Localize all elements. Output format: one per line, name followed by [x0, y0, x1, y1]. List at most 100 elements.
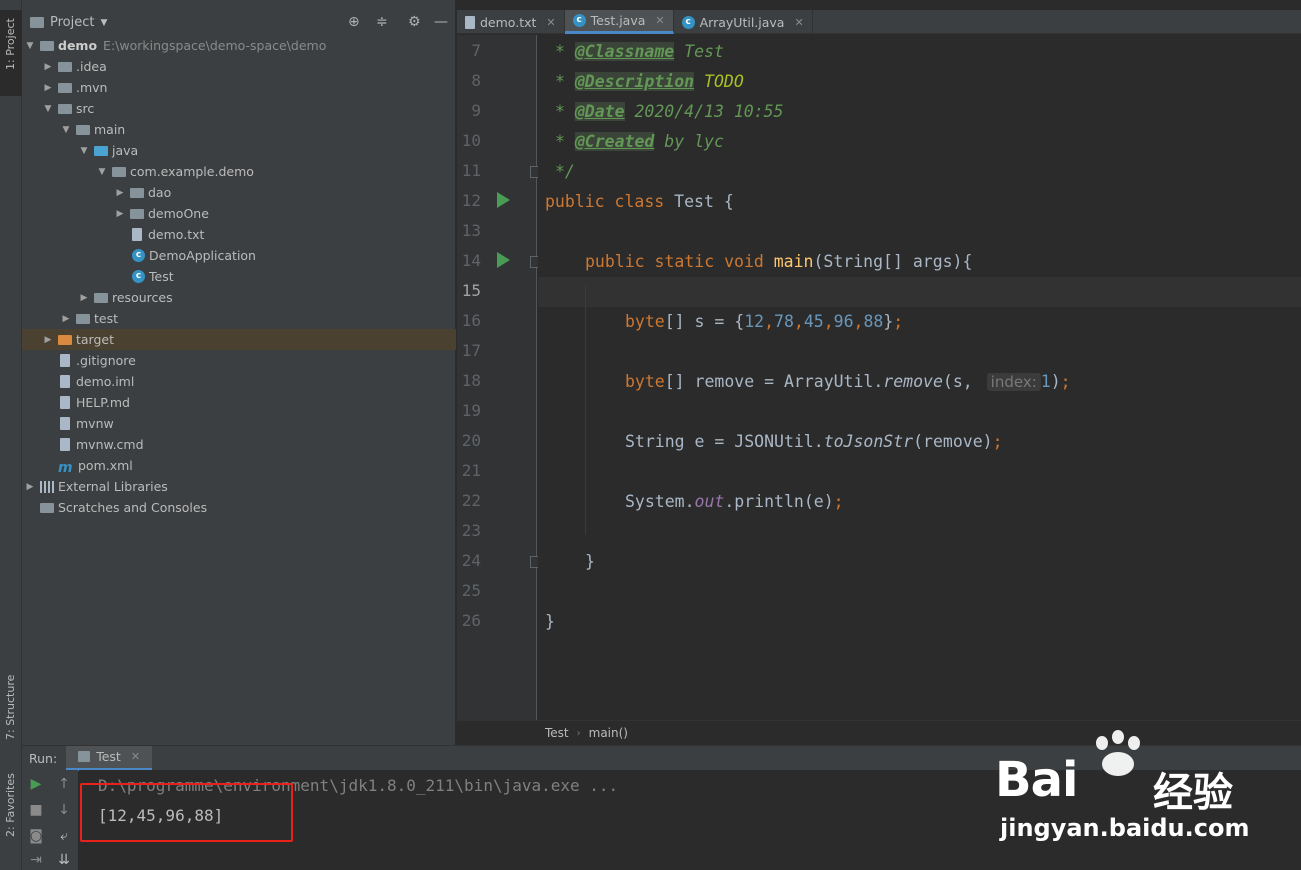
- tree-item-label: DemoApplication: [149, 248, 256, 263]
- soft-wrap-icon[interactable]: ⤶: [54, 828, 74, 844]
- tree-item-label: demo.txt: [148, 227, 205, 242]
- tree-item-label: com.example.demo: [130, 164, 254, 179]
- run-class-icon[interactable]: [497, 192, 510, 208]
- close-icon[interactable]: ✕: [131, 750, 140, 763]
- close-icon[interactable]: ✕: [546, 16, 555, 29]
- watermark-brand-right: 经验: [1153, 770, 1233, 816]
- code-editor[interactable]: * @Classname Test * @Description TODO * …: [538, 35, 1301, 720]
- tree-item-demo-iml[interactable]: demo.iml: [22, 371, 456, 392]
- camera-icon[interactable]: ◙: [26, 828, 46, 844]
- gear-icon[interactable]: ⚙: [408, 14, 421, 30]
- collapsed-arrow-icon[interactable]: ▶: [42, 83, 54, 93]
- project-view-selector[interactable]: Project: [50, 15, 94, 30]
- run-tab-test[interactable]: Test ✕: [66, 745, 153, 771]
- restore-layout-icon[interactable]: ⇥: [26, 852, 46, 868]
- tree-item-test-folder[interactable]: ▶ test: [22, 308, 456, 329]
- code-line-9: * @Date 2020/4/13 10:55: [555, 102, 784, 121]
- console-icon: [78, 751, 91, 762]
- expanded-arrow-icon[interactable]: ▼: [60, 125, 72, 135]
- markdown-file-icon: [60, 396, 70, 409]
- maven-icon: m: [58, 459, 73, 476]
- tree-item-demoone[interactable]: ▶ demoOne: [22, 203, 456, 224]
- collapsed-arrow-icon[interactable]: ▶: [42, 62, 54, 72]
- structure-tool-tab[interactable]: 7: Structure: [0, 675, 22, 744]
- tree-item-main[interactable]: ▼ main: [22, 119, 456, 140]
- tree-item-pom-xml[interactable]: m pom.xml: [22, 455, 456, 476]
- tree-item-java[interactable]: ▼ java: [22, 140, 456, 161]
- tab-label: Test.java: [590, 13, 646, 28]
- tree-item-mvnw-cmd[interactable]: mvnw.cmd: [22, 434, 456, 455]
- close-icon[interactable]: ✕: [794, 16, 803, 29]
- watermark-brand-left: Bai: [995, 752, 1078, 808]
- tree-item-help-md[interactable]: HELP.md: [22, 392, 456, 413]
- tree-item-target[interactable]: ▶ target: [22, 329, 456, 350]
- tree-item-label: mvnw: [76, 416, 114, 431]
- line-number: 24: [461, 551, 481, 570]
- expanded-arrow-icon[interactable]: ▼: [96, 167, 108, 177]
- project-tool-tab[interactable]: 1: Project: [0, 10, 22, 96]
- editor-gutter[interactable]: 7 8 9 10 11 12 13 14 15 16 17 18 19 20 2…: [457, 35, 542, 720]
- close-icon[interactable]: ✕: [655, 14, 664, 27]
- code-line-10: * @Created by lyc: [555, 132, 724, 151]
- code-line-26: }: [545, 612, 555, 631]
- file-icon: [60, 354, 70, 367]
- line-number-current: 15: [461, 281, 481, 300]
- chevron-down-icon[interactable]: ▼: [100, 18, 107, 28]
- tree-item-dao[interactable]: ▶ dao: [22, 182, 456, 203]
- package-icon: [130, 188, 144, 198]
- tree-item-demoapplication[interactable]: c DemoApplication: [22, 245, 456, 266]
- expanded-arrow-icon[interactable]: ▼: [78, 146, 90, 156]
- run-main-icon[interactable]: [497, 252, 510, 268]
- tree-item-external-libraries[interactable]: ▶ External Libraries: [22, 476, 456, 497]
- expanded-arrow-icon[interactable]: ▼: [42, 104, 54, 114]
- line-number: 12: [461, 191, 481, 210]
- folder-icon: [76, 314, 90, 324]
- paw-logo-icon: [1090, 730, 1146, 790]
- locate-icon[interactable]: ⊕: [348, 14, 360, 30]
- collapsed-arrow-icon[interactable]: ▶: [114, 188, 126, 198]
- tree-item-mvnw[interactable]: mvnw: [22, 413, 456, 434]
- collapsed-arrow-icon[interactable]: ▶: [114, 209, 126, 219]
- breadcrumb-item-class[interactable]: Test: [545, 726, 569, 740]
- line-number: 14: [461, 251, 481, 270]
- tab-demo-txt[interactable]: demo.txt ✕: [457, 10, 565, 34]
- collapsed-arrow-icon[interactable]: ▶: [24, 482, 36, 492]
- class-icon: c: [132, 249, 145, 262]
- tree-item-scratches[interactable]: Scratches and Consoles: [22, 497, 456, 518]
- line-number: 23: [461, 521, 481, 540]
- tree-item-gitignore[interactable]: .gitignore: [22, 350, 456, 371]
- rerun-icon[interactable]: ▶: [26, 776, 46, 792]
- tree-item-idea[interactable]: ▶ .idea: [22, 56, 456, 77]
- tree-item-package[interactable]: ▼ com.example.demo: [22, 161, 456, 182]
- collapse-all-icon[interactable]: ≑: [376, 14, 388, 30]
- tree-item-mvn[interactable]: ▶ .mvn: [22, 77, 456, 98]
- project-panel-header: Project ▼ ⊕ ≑ ⚙ —: [22, 0, 455, 34]
- editor-tab-bar: demo.txt ✕ c Test.java ✕ c ArrayUtil.jav…: [457, 10, 1301, 34]
- collapsed-arrow-icon[interactable]: ▶: [42, 335, 54, 345]
- tree-item-demo[interactable]: ▼ demo E:\workingspace\demo-space\demo: [22, 35, 456, 56]
- scroll-up-icon[interactable]: ↑: [54, 776, 74, 792]
- chevron-right-icon: ›: [576, 727, 581, 739]
- tree-item-label: External Libraries: [58, 479, 168, 494]
- line-number: 17: [461, 341, 481, 360]
- collapsed-arrow-icon[interactable]: ▶: [78, 293, 90, 303]
- code-line-11: */: [555, 162, 575, 181]
- scroll-to-end-icon[interactable]: ⇊: [54, 852, 74, 868]
- tree-item-label: pom.xml: [78, 458, 133, 473]
- tree-item-label: dao: [148, 185, 172, 200]
- tree-item-demo-txt[interactable]: demo.txt: [22, 224, 456, 245]
- tree-item-label: mvnw.cmd: [76, 437, 144, 452]
- collapsed-arrow-icon[interactable]: ▶: [60, 314, 72, 324]
- stop-icon[interactable]: ■: [26, 802, 46, 818]
- tab-test-java[interactable]: c Test.java ✕: [564, 10, 674, 34]
- tree-item-test-class[interactable]: c Test: [22, 266, 456, 287]
- expanded-arrow-icon[interactable]: ▼: [24, 41, 36, 51]
- tree-item-resources[interactable]: ▶ resources: [22, 287, 456, 308]
- line-number: 26: [461, 611, 481, 630]
- tree-item-src[interactable]: ▼ src: [22, 98, 456, 119]
- breadcrumb-item-method[interactable]: main(): [589, 726, 628, 740]
- hide-panel-icon[interactable]: —: [434, 14, 448, 30]
- tab-arrayutil-java[interactable]: c ArrayUtil.java ✕: [674, 10, 813, 34]
- favorites-tool-tab[interactable]: 2: Favorites: [0, 773, 22, 850]
- scroll-down-icon[interactable]: ↓: [54, 802, 74, 818]
